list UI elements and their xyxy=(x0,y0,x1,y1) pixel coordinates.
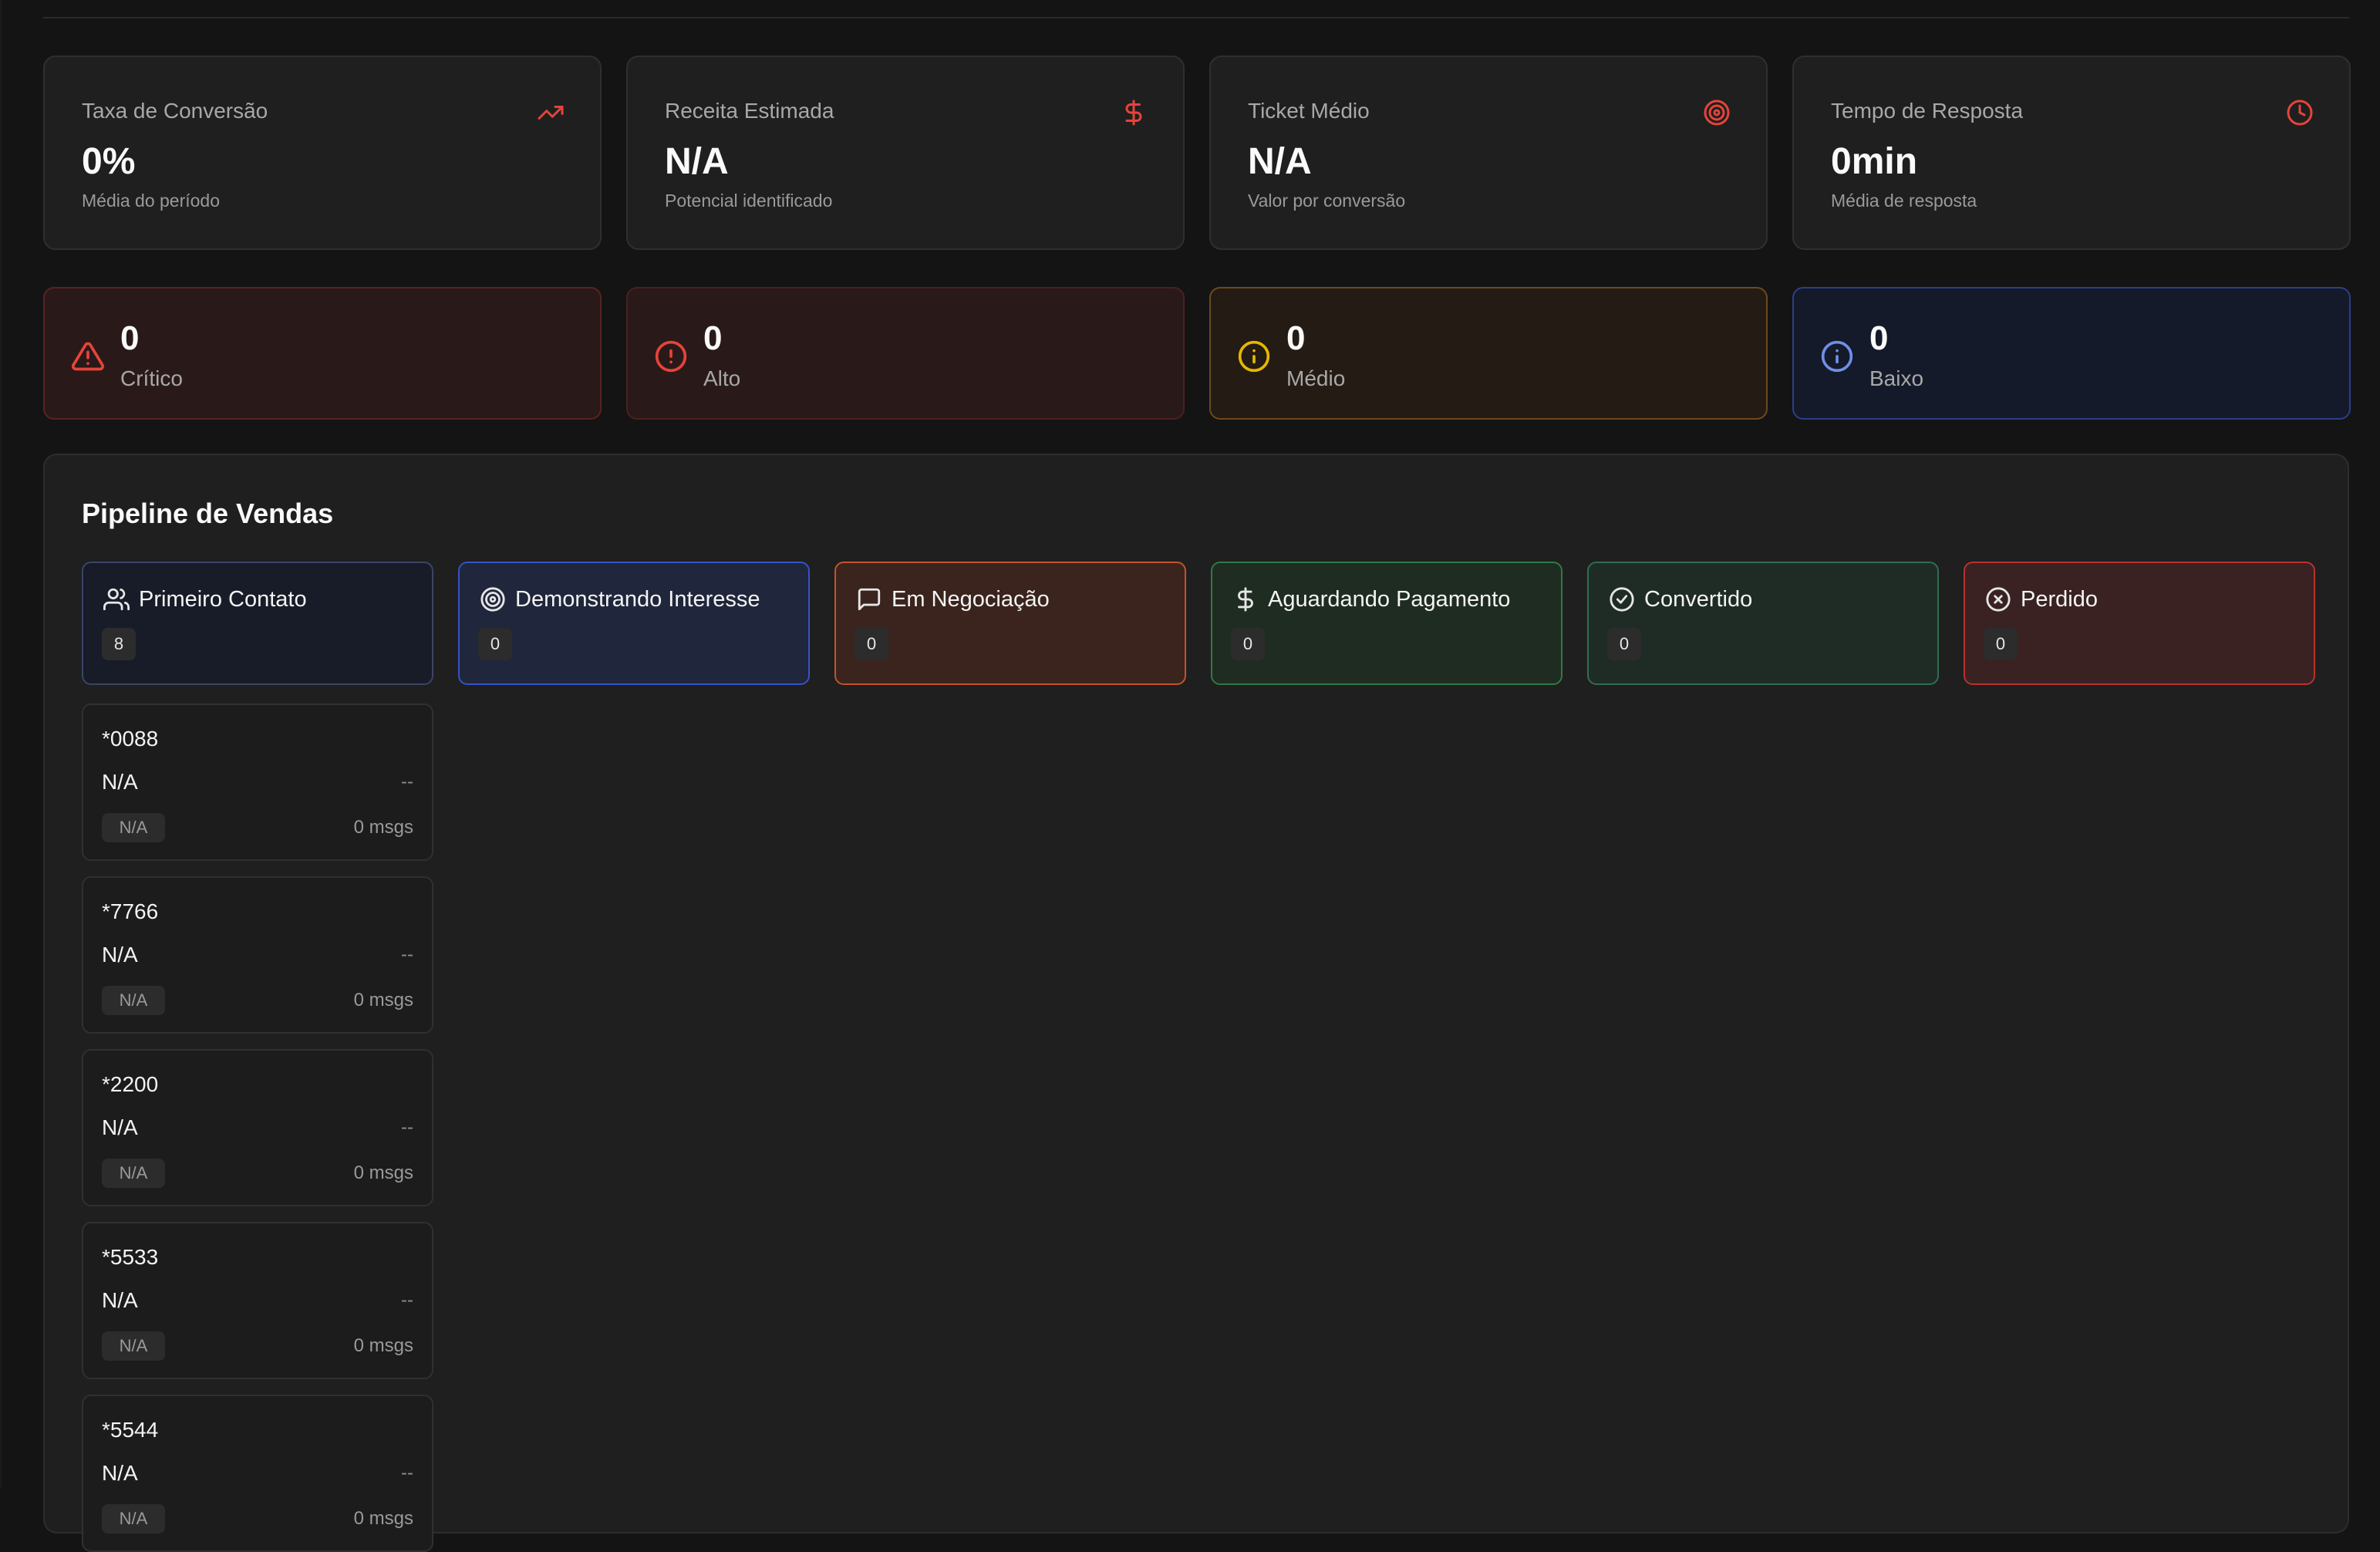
lead-time: -- xyxy=(401,1463,413,1483)
stage-count-badge: 0 xyxy=(855,628,888,660)
lead-list-first-contact: *0088 N/A -- N/A 0 msgs *7766 N/A -- N/A… xyxy=(82,703,433,1552)
lead-card[interactable]: *7766 N/A -- N/A 0 msgs xyxy=(82,876,433,1034)
kpi-card-estimated-revenue: Receita Estimada N/A Potencial identific… xyxy=(626,56,1185,250)
severity-card-medium[interactable]: 0 Médio xyxy=(1209,287,1768,420)
stage-name: Em Negociação xyxy=(892,587,1050,612)
stage-name: Primeiro Contato xyxy=(139,587,307,612)
severity-card-high[interactable]: 0 Alto xyxy=(626,287,1185,420)
stage-lost[interactable]: Perdido 0 xyxy=(1964,562,2315,685)
lead-time: -- xyxy=(401,1117,413,1138)
lead-message-count: 0 msgs xyxy=(353,990,413,1010)
message-square-icon xyxy=(858,588,881,611)
lead-name: N/A xyxy=(102,943,138,967)
info-icon xyxy=(1238,340,1270,373)
lead-id: *0088 xyxy=(102,727,159,751)
lead-message-count: 0 msgs xyxy=(353,817,413,838)
trending-up-icon xyxy=(538,106,564,120)
lead-tag: N/A xyxy=(102,1331,165,1361)
panel-title: Pipeline de Vendas xyxy=(82,498,334,529)
lead-time: -- xyxy=(401,944,413,965)
lead-id: *5533 xyxy=(102,1245,159,1269)
kpi-value: 0min xyxy=(1831,141,1918,182)
severity-card-low[interactable]: 0 Baixo xyxy=(1792,287,2351,420)
kpi-value: N/A xyxy=(665,141,729,182)
dollar-icon xyxy=(1238,587,1253,612)
lead-name: N/A xyxy=(102,1115,138,1139)
lead-card[interactable]: *5533 N/A -- N/A 0 msgs xyxy=(82,1222,433,1379)
kpi-subtitle: Média do período xyxy=(82,191,221,211)
dollar-icon xyxy=(1125,100,1142,126)
severity-count: 0 xyxy=(703,319,723,357)
kpi-card-conversion-rate: Taxa de Conversão 0% Média do período xyxy=(43,56,602,250)
lead-message-count: 0 msgs xyxy=(353,1335,413,1356)
stage-count-badge: 0 xyxy=(1231,628,1265,660)
target-icon xyxy=(480,587,505,612)
severity-row: 0 Crítico 0 Alto 0 Médio 0 Baixo xyxy=(43,287,2351,420)
lead-time: -- xyxy=(401,1290,413,1311)
sales-pipeline-panel: Pipeline de Vendas Primeiro Contato 8 De… xyxy=(43,454,2349,1552)
lead-id: *2200 xyxy=(102,1072,159,1096)
lead-message-count: 0 msgs xyxy=(353,1162,413,1183)
stage-name: Demonstrando Interesse xyxy=(515,587,760,612)
kpi-subtitle: Valor por conversão xyxy=(1248,191,1406,211)
check-circle-icon xyxy=(1610,587,1634,612)
lead-tag: N/A xyxy=(102,1159,165,1188)
lead-name: N/A xyxy=(102,1461,138,1485)
kpi-value: N/A xyxy=(1248,141,1312,182)
lead-name: N/A xyxy=(102,770,138,794)
x-circle-icon xyxy=(1986,587,2011,612)
lead-id: *5544 xyxy=(102,1418,159,1442)
kpi-subtitle: Potencial identificado xyxy=(665,191,833,211)
severity-label: Médio xyxy=(1286,366,1346,390)
clock-icon xyxy=(2287,100,2313,126)
lead-card[interactable]: *5544 N/A -- N/A 0 msgs xyxy=(82,1395,433,1552)
kpi-label: Tempo de Resposta xyxy=(1831,99,2024,123)
stage-name: Perdido xyxy=(2021,587,2098,612)
users-icon xyxy=(103,588,130,611)
lead-card[interactable]: *2200 N/A -- N/A 0 msgs xyxy=(82,1049,433,1206)
severity-label: Baixo xyxy=(1869,366,1924,390)
header-divider xyxy=(43,17,2349,19)
severity-card-critical[interactable]: 0 Crítico xyxy=(43,287,602,420)
kpi-card-response-time: Tempo de Resposta 0min Média de resposta xyxy=(1792,56,2351,250)
stage-count-badge: 0 xyxy=(1607,628,1641,660)
sidebar-edge xyxy=(0,0,2,1489)
severity-label: Crítico xyxy=(120,366,183,390)
pipeline-stages: Primeiro Contato 8 Demonstrando Interess… xyxy=(82,562,2315,685)
kpi-label: Taxa de Conversão xyxy=(82,99,268,123)
stage-converted[interactable]: Convertido 0 xyxy=(1587,562,1939,685)
lead-tag: N/A xyxy=(102,986,165,1015)
kpi-value: 0% xyxy=(82,141,136,182)
alert-triangle-icon xyxy=(72,342,104,371)
info-icon xyxy=(1821,340,1853,373)
kpi-row: Taxa de Conversão 0% Média do período Re… xyxy=(43,56,2380,250)
target-icon xyxy=(1704,100,1730,126)
stage-count-badge: 0 xyxy=(478,628,512,660)
lead-name: N/A xyxy=(102,1288,138,1312)
kpi-subtitle: Média de resposta xyxy=(1831,191,1977,211)
alert-circle-icon xyxy=(655,340,687,373)
stage-showing-interest[interactable]: Demonstrando Interesse 0 xyxy=(458,562,810,685)
lead-message-count: 0 msgs xyxy=(353,1508,413,1529)
severity-label: Alto xyxy=(703,366,741,390)
lead-id: *7766 xyxy=(102,899,159,923)
severity-count: 0 xyxy=(1286,319,1306,357)
stage-count-badge: 8 xyxy=(102,628,136,660)
kpi-card-average-ticket: Ticket Médio N/A Valor por conversão xyxy=(1209,56,1768,250)
severity-count: 0 xyxy=(1869,319,1889,357)
stage-name: Aguardando Pagamento xyxy=(1268,587,1511,612)
lead-tag: N/A xyxy=(102,813,165,842)
lead-card[interactable]: *0088 N/A -- N/A 0 msgs xyxy=(82,703,433,861)
stage-negotiating[interactable]: Em Negociação 0 xyxy=(834,562,1186,685)
lead-tag: N/A xyxy=(102,1504,165,1533)
severity-count: 0 xyxy=(120,319,140,357)
stage-count-badge: 0 xyxy=(1984,628,2018,660)
stage-first-contact[interactable]: Primeiro Contato 8 xyxy=(82,562,433,685)
stage-name: Convertido xyxy=(1644,587,1753,612)
kpi-label: Ticket Médio xyxy=(1248,99,1370,123)
stage-awaiting-payment[interactable]: Aguardando Pagamento 0 xyxy=(1211,562,1563,685)
kpi-label: Receita Estimada xyxy=(665,99,834,123)
lead-time: -- xyxy=(401,771,413,792)
